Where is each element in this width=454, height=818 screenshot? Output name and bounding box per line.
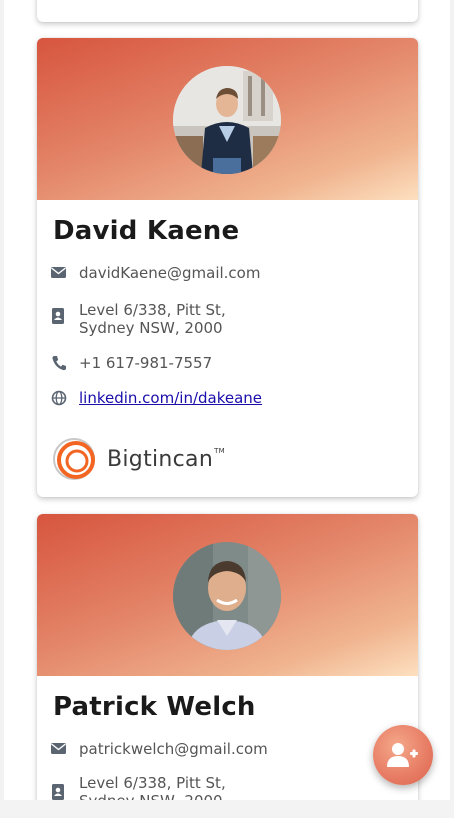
envelope-icon <box>51 264 69 282</box>
contact-card-previous <box>37 0 418 22</box>
address-line1: Level 6/338, Pitt St, <box>79 774 226 792</box>
address-line2: Sydney NSW, 2000 <box>79 319 223 337</box>
contact-name: Patrick Welch <box>53 692 256 722</box>
linkedin-row: linkedin.com/in/dakeane <box>51 389 262 407</box>
company-name: BigtincanTM <box>107 446 225 472</box>
card-banner <box>37 38 418 200</box>
address-row: Level 6/338, Pitt St, Sydney NSW, 2000 <box>51 301 226 337</box>
user-plus-icon <box>387 743 418 767</box>
contact-list: David Kaene davidKaene@gmail.com Level 6… <box>4 0 450 800</box>
bigtincan-logo-mark <box>53 438 95 480</box>
email-row: patrickwelch@gmail.com <box>51 740 268 758</box>
globe-icon <box>51 389 69 407</box>
address-line1: Level 6/338, Pitt St, <box>79 301 226 319</box>
contact-card: David Kaene davidKaene@gmail.com Level 6… <box>37 38 418 497</box>
phone-row: +1 617-981-7557 <box>51 354 212 372</box>
contact-card: Patrick Welch patrickwelch@gmail.com Lev… <box>37 514 418 800</box>
phone-text: +1 617-981-7557 <box>79 354 213 372</box>
company-logo: BigtincanTM <box>51 436 225 482</box>
avatar <box>173 542 281 650</box>
card-banner <box>37 514 418 676</box>
avatar <box>173 66 281 174</box>
linkedin-link[interactable]: linkedin.com/in/dakeane <box>79 389 262 407</box>
contact-name: David Kaene <box>53 216 240 246</box>
email-text: davidKaene@gmail.com <box>79 264 261 282</box>
address-line2: Sydney NSW, 2000 <box>79 792 226 800</box>
bottom-bar <box>0 800 454 818</box>
address-book-icon <box>51 784 69 800</box>
envelope-icon <box>51 740 69 758</box>
address-book-icon <box>51 308 69 326</box>
address-row: Level 6/338, Pitt St, Sydney NSW, 2000 <box>51 774 226 800</box>
phone-icon <box>51 354 69 372</box>
email-row: davidKaene@gmail.com <box>51 264 260 282</box>
email-text: patrickwelch@gmail.com <box>79 740 268 758</box>
add-contact-button[interactable] <box>373 725 433 785</box>
